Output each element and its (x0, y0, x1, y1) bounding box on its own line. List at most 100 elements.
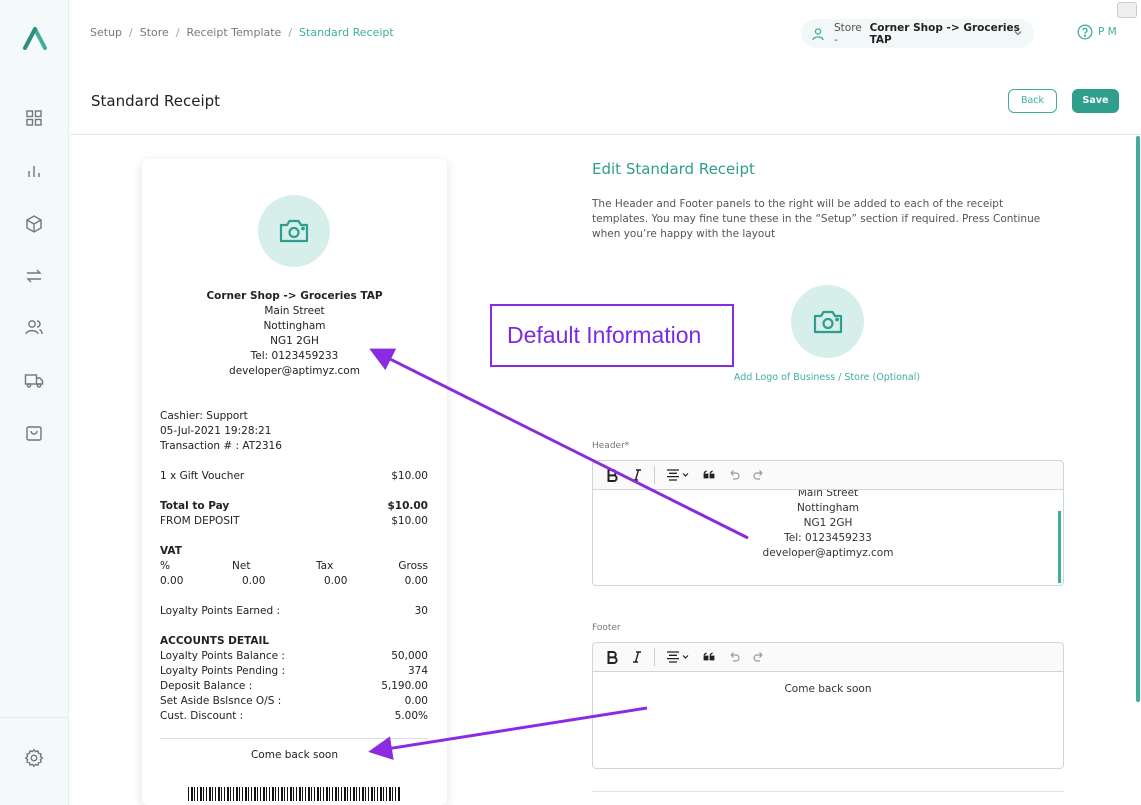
receipt-address-line: Nottingham (263, 320, 326, 332)
breadcrumb: Setup / Store / Receipt Template / Stand… (90, 26, 394, 39)
customers-icon[interactable] (24, 317, 44, 337)
receipt-address-line: NG1 2GH (270, 335, 319, 347)
delivery-icon[interactable] (24, 370, 44, 390)
accounts-value: 50,000 (391, 650, 428, 662)
redo-button[interactable] (748, 647, 770, 667)
vat-tax: 0.00 (324, 575, 348, 587)
receipt-total-row: Total to Pay $10.00 (160, 499, 428, 514)
footer-field-label: Footer (592, 623, 621, 633)
window-corner-icon (1117, 2, 1137, 18)
toolbar-separator (654, 466, 655, 484)
footer-editor[interactable]: Come back soon (592, 642, 1064, 769)
products-icon[interactable] (24, 214, 44, 234)
breadcrumb-current: Standard Receipt (299, 26, 394, 39)
header-line: Nottingham (796, 502, 860, 514)
header-editor-toolbar (593, 461, 1063, 490)
accounts-label: Cust. Discount : (160, 710, 244, 722)
accounts-row: Loyalty Points Pending : 374 (160, 664, 428, 679)
receipt-deposit-row: FROM DEPOSIT $10.00 (160, 514, 428, 529)
align-dropdown[interactable] (661, 647, 695, 667)
quote-button[interactable] (698, 465, 720, 485)
back-button[interactable]: Back (1008, 89, 1057, 113)
italic-button[interactable] (626, 647, 648, 667)
receipt-email: developer@aptimyz.com (229, 365, 360, 377)
accounts-label: Loyalty Points Pending : (160, 665, 286, 677)
footer-editor-content[interactable]: Come back soon (593, 672, 1063, 768)
footer-line: Come back soon (784, 683, 872, 695)
receipt-datetime: 05-Jul-2021 19:28:21 (160, 425, 272, 437)
accounts-label: Loyalty Points Balance : (160, 650, 285, 662)
receipt-transaction: Transaction # : AT2316 (160, 440, 282, 452)
store-selector[interactable]: Store - Corner Shop -> Groceries TAP (801, 19, 1034, 48)
align-dropdown[interactable] (661, 465, 695, 485)
header-editor-content[interactable]: Main Street Nottingham NG1 2GH Tel: 0123… (593, 490, 1063, 585)
receipt-preview: Corner Shop -> Groceries TAP Main Street… (142, 159, 447, 805)
accounts-label: Set Aside Bslsnce O/S : (160, 695, 282, 707)
vat-header-net: Net (232, 560, 251, 572)
accounts-row: Cust. Discount : 5.00% (160, 709, 428, 724)
transfers-icon[interactable] (24, 266, 44, 286)
accounts-value: 0.00 (404, 695, 428, 707)
quote-button[interactable] (698, 647, 720, 667)
store-selector-value: Corner Shop -> Groceries TAP (869, 21, 1020, 46)
loyalty-earned-row: Loyalty Points Earned : 30 (160, 604, 428, 619)
undo-button[interactable] (723, 647, 745, 667)
accounts-value: 5,190.00 (381, 680, 428, 692)
brand-logo[interactable] (22, 26, 48, 50)
breadcrumb-store[interactable]: Store (140, 26, 169, 39)
save-button[interactable]: Save (1072, 89, 1119, 113)
annotation-callout: Default Information (490, 304, 734, 367)
receipt-store-name: Corner Shop -> Groceries TAP (206, 290, 383, 302)
edit-description: The Header and Footer panels to the righ… (592, 198, 1041, 240)
user-initials: P M (1098, 26, 1117, 38)
bold-button[interactable] (601, 647, 623, 667)
loyalty-earned-value: 30 (414, 605, 428, 617)
italic-button[interactable] (626, 465, 648, 485)
undo-button[interactable] (723, 465, 745, 485)
header-line: developer@aptimyz.com (762, 547, 894, 559)
accounts-row: Loyalty Points Balance : 50,000 (160, 649, 428, 664)
breadcrumb-receipt-template[interactable]: Receipt Template (187, 26, 282, 39)
gear-icon[interactable] (24, 748, 44, 768)
accounts-row: Deposit Balance : 5,190.00 (160, 679, 428, 694)
vat-gross: 0.00 (404, 575, 428, 587)
accounts-value: 374 (407, 665, 428, 677)
orders-icon[interactable] (24, 423, 44, 443)
accounts-heading: ACCOUNTS DETAIL (160, 635, 270, 647)
page-header: Setup / Store / Receipt Template / Stand… (70, 0, 1141, 135)
sidebar (0, 0, 69, 805)
total-label: Total to Pay (160, 500, 230, 512)
accounts-row: Set Aside Bslsnce O/S : 0.00 (160, 694, 428, 709)
header-editor-scrollbar[interactable] (1058, 511, 1061, 583)
breadcrumb-setup[interactable]: Setup (90, 26, 122, 39)
add-logo-link[interactable]: Add Logo of Business / Store (Optional) (592, 372, 1062, 383)
bold-button[interactable] (601, 465, 623, 485)
help-icon (1077, 24, 1093, 40)
edit-section-title: Edit Standard Receipt (592, 160, 755, 178)
help-user-menu[interactable]: P M (1077, 24, 1117, 40)
barcode (188, 787, 400, 801)
header-field-label: Header* (592, 441, 630, 451)
header-editor[interactable]: Main Street Nottingham NG1 2GH Tel: 0123… (592, 460, 1064, 586)
item-amount: $10.00 (391, 470, 428, 482)
camera-icon (810, 304, 846, 340)
dashboard-icon[interactable] (24, 108, 44, 128)
deposit-amount: $10.00 (391, 515, 428, 527)
redo-button[interactable] (748, 465, 770, 485)
receipt-cashier: Cashier: Support (160, 410, 248, 422)
vat-percent: 0.00 (160, 575, 184, 587)
receipt-footer: Come back soon (250, 749, 339, 761)
sidebar-divider (0, 717, 69, 718)
total-amount: $10.00 (387, 500, 428, 512)
reports-icon[interactable] (24, 161, 44, 181)
receipt-divider (160, 738, 428, 739)
page-scrollbar[interactable] (1136, 136, 1140, 702)
header-line: NG1 2GH (803, 517, 853, 529)
item-label: 1 x Gift Voucher (160, 470, 245, 482)
store-selector-prefix: Store - (834, 21, 862, 46)
header-line: Tel: 0123459233 (784, 532, 872, 544)
breadcrumb-separator: / (288, 26, 293, 39)
logo-upload-button[interactable] (791, 285, 864, 358)
breadcrumb-separator: / (175, 26, 180, 39)
accounts-value: 5.00% (394, 710, 428, 722)
